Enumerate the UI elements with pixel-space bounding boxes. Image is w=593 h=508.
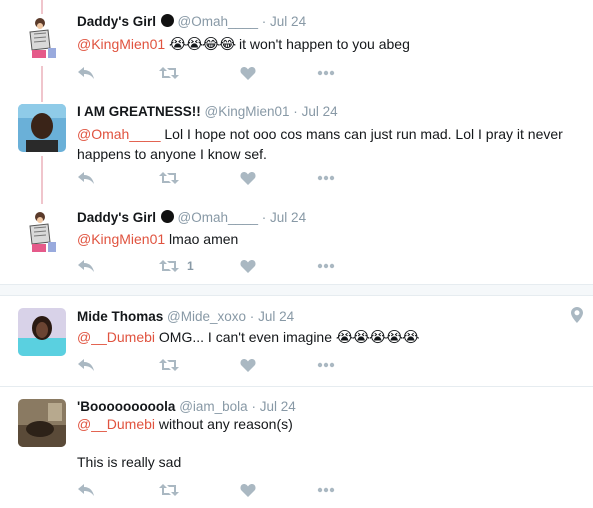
user-handle[interactable]: @Omah____	[178, 210, 259, 225]
tweet-header: Daddy's Girl @Omah____ · Jul 24	[77, 210, 306, 225]
avatar[interactable]	[18, 399, 66, 447]
retweet-count: 1	[187, 259, 194, 273]
conversation-separator	[0, 285, 593, 295]
reply-icon	[78, 67, 94, 79]
display-name[interactable]: Daddy's Girl	[77, 14, 156, 29]
reply-button[interactable]	[77, 482, 95, 498]
divider	[0, 284, 593, 285]
display-name[interactable]: Mide Thomas	[77, 309, 163, 324]
tweet[interactable]: Daddy's Girl @Omah____ · Jul 24 @KingMie…	[0, 196, 593, 284]
tweet-text-line-2: This is really sad	[77, 454, 182, 470]
retweet-button[interactable]	[159, 357, 179, 373]
retweet-icon	[159, 484, 179, 496]
user-handle[interactable]: @iam_bola	[179, 399, 248, 414]
reply-icon	[78, 484, 94, 496]
like-icon	[240, 260, 256, 273]
separator-dot: ·	[261, 14, 267, 29]
timestamp[interactable]: Jul 24	[270, 14, 306, 29]
separator-dot: ·	[251, 399, 256, 414]
more-icon	[317, 263, 335, 269]
reply-icon	[78, 260, 94, 272]
timestamp[interactable]: Jul 24	[258, 309, 294, 324]
tweet-body: OMG... I can't even imagine	[155, 329, 336, 345]
user-handle[interactable]: @Mide_xoxo	[167, 309, 246, 324]
retweet-icon	[159, 67, 179, 79]
like-button[interactable]	[240, 482, 256, 498]
avatar[interactable]	[18, 14, 66, 62]
like-button[interactable]	[240, 170, 256, 186]
like-icon	[240, 67, 256, 80]
timestamp[interactable]: Jul 24	[270, 210, 306, 225]
like-icon	[240, 172, 256, 185]
tweet-header: I AM GREATNESS!! @KingMien01 · Jul 24	[77, 104, 338, 119]
retweet-button[interactable]	[159, 482, 179, 498]
like-icon	[240, 359, 256, 372]
separator-dot: ·	[293, 104, 298, 119]
retweet-icon	[159, 172, 179, 184]
more-button[interactable]	[317, 170, 335, 186]
tweet-body: lmao amen	[165, 231, 239, 247]
avatar[interactable]	[18, 308, 66, 356]
emoji-group: 😭😭😭😭😭	[335, 329, 420, 346]
reply-icon	[78, 359, 94, 371]
retweet-button[interactable]: 1	[159, 258, 194, 274]
reply-icon	[78, 172, 94, 184]
retweet-button[interactable]	[159, 170, 179, 186]
reply-button[interactable]	[77, 65, 95, 81]
tweet[interactable]: Daddy's Girl @Omah____ · Jul 24 @KingMie…	[0, 0, 593, 96]
more-icon	[317, 487, 335, 493]
separator-dot: ·	[249, 309, 255, 324]
avatar[interactable]	[18, 208, 66, 256]
timestamp[interactable]: Jul 24	[302, 104, 338, 119]
tweet-text: @__Dumebi without any reason(s)	[77, 414, 577, 434]
tweet-body: without any reason(s)	[155, 416, 293, 432]
tweet[interactable]: Mide Thomas @Mide_xoxo · Jul 24 @__Dumeb…	[0, 296, 593, 385]
black-circle-emoji	[160, 210, 174, 223]
tweet-header: 'Booooooooola @iam_bola · Jul 24	[77, 399, 296, 414]
like-button[interactable]	[240, 258, 256, 274]
reply-button[interactable]	[77, 357, 95, 373]
like-button[interactable]	[240, 65, 256, 81]
mention-link[interactable]: @__Dumebi	[77, 416, 155, 432]
emoji-group: 😭😭😂😂	[169, 36, 236, 53]
separator-dot: ·	[261, 210, 267, 225]
timestamp[interactable]: Jul 24	[260, 399, 296, 414]
location-pin-icon	[571, 307, 583, 323]
tweet-text: @KingMien01 😭😭😂😂 it won't happen to you …	[77, 34, 577, 54]
mention-link[interactable]: @Omah____	[77, 126, 160, 142]
tweet[interactable]: 'Booooooooola @iam_bola · Jul 24 @__Dume…	[0, 387, 593, 508]
tweet-header: Daddy's Girl @Omah____ · Jul 24	[77, 14, 306, 29]
mention-link[interactable]: @KingMien01	[77, 36, 165, 52]
more-button[interactable]	[317, 258, 335, 274]
retweet-icon	[159, 359, 179, 371]
like-button[interactable]	[240, 357, 256, 373]
mention-link[interactable]: @KingMien01	[77, 231, 165, 247]
tweet-text: @Omah____ Lol I hope not ooo cos mans ca…	[77, 124, 577, 164]
display-name[interactable]: Daddy's Girl	[77, 210, 156, 225]
user-handle[interactable]: @Omah____	[178, 14, 259, 29]
retweet-button[interactable]	[159, 65, 179, 81]
retweet-icon	[159, 260, 179, 272]
reply-button[interactable]	[77, 258, 95, 274]
display-name[interactable]: 'Booooooooola	[77, 399, 175, 414]
display-name[interactable]: I AM GREATNESS!!	[77, 104, 201, 119]
mention-link[interactable]: @__Dumebi	[77, 329, 155, 345]
more-icon	[317, 175, 335, 181]
black-circle-emoji	[160, 14, 174, 27]
user-handle[interactable]: @KingMien01	[205, 104, 290, 119]
more-button[interactable]	[317, 482, 335, 498]
reply-button[interactable]	[77, 170, 95, 186]
like-icon	[240, 484, 256, 497]
tweet[interactable]: I AM GREATNESS!! @KingMien01 · Jul 24 @O…	[0, 96, 593, 196]
more-button[interactable]	[317, 65, 335, 81]
tweet-text: @__Dumebi OMG... I can't even imagine 😭😭…	[77, 327, 577, 347]
more-icon	[317, 70, 335, 76]
more-button[interactable]	[317, 357, 335, 373]
tweet-body: it won't happen to you abeg	[235, 36, 410, 52]
tweet-text: @KingMien01 lmao amen	[77, 229, 577, 249]
tweet-header: Mide Thomas @Mide_xoxo · Jul 24	[77, 309, 294, 324]
avatar[interactable]	[18, 104, 66, 152]
more-icon	[317, 362, 335, 368]
location-pin[interactable]	[571, 307, 583, 326]
